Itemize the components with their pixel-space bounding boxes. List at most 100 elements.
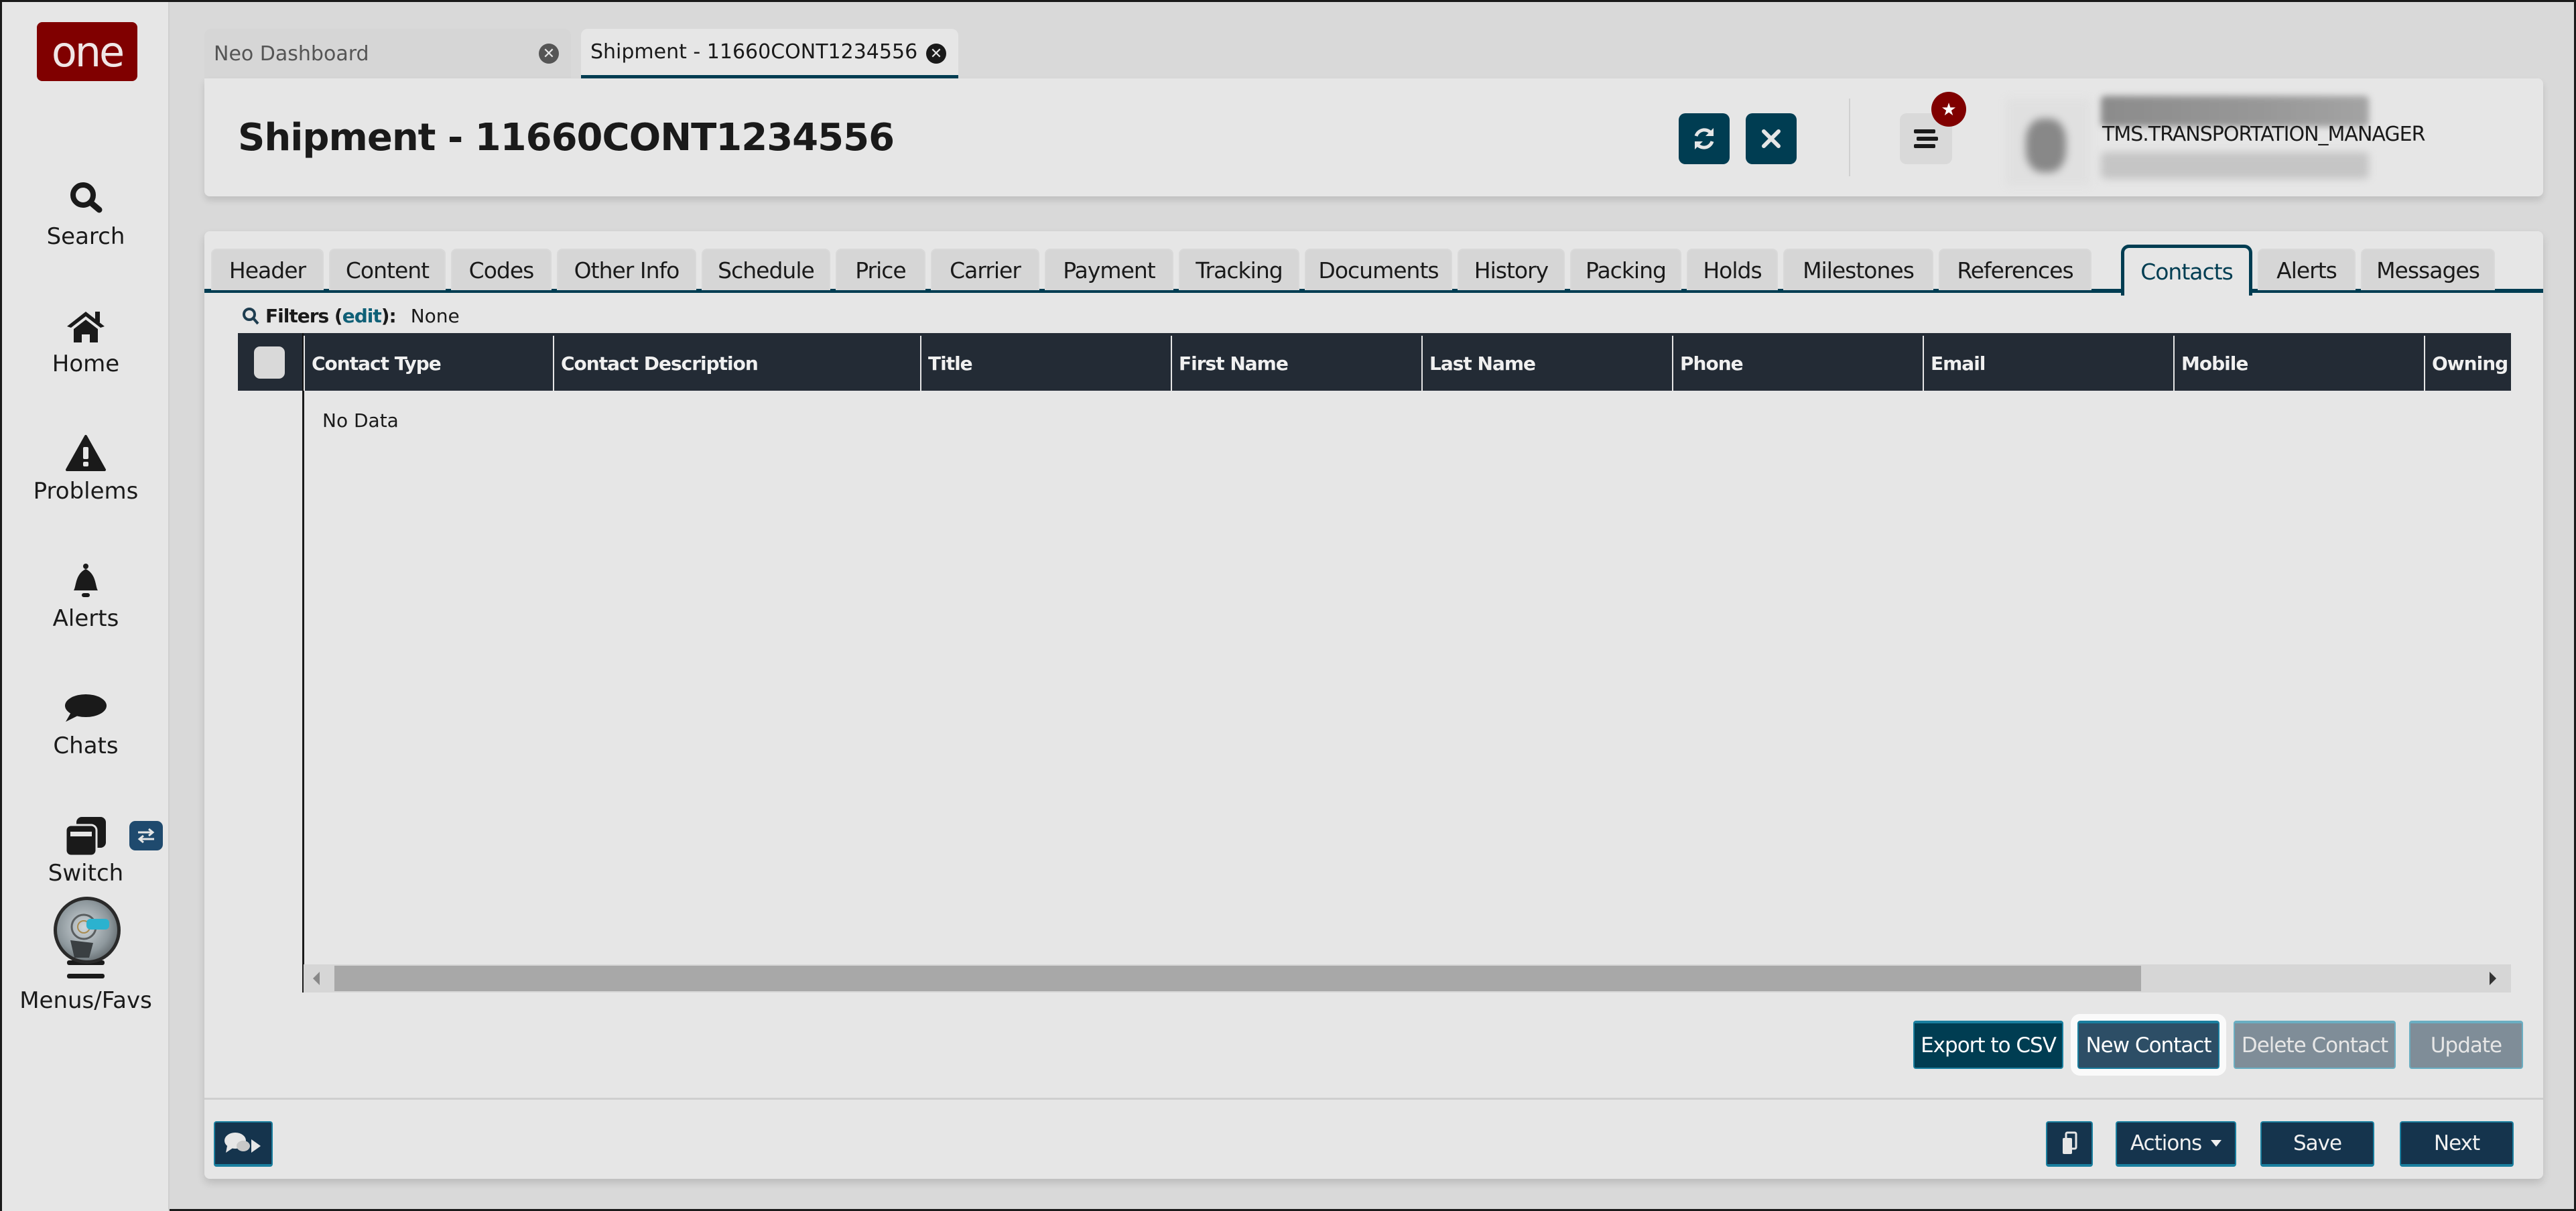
close-tab-icon[interactable]: ✕ xyxy=(926,44,946,64)
grid-selector-column-divider xyxy=(302,391,304,993)
actions-dropdown-button[interactable]: Actions xyxy=(2116,1121,2236,1167)
tab-carrier[interactable]: Carrier xyxy=(931,249,1039,290)
delete-contact-button[interactable]: Delete Contact xyxy=(2234,1021,2396,1069)
user-avatar[interactable] xyxy=(2006,99,2090,186)
actions-label: Actions xyxy=(2130,1131,2202,1155)
column-header[interactable]: Contact Type xyxy=(304,336,553,391)
column-header[interactable]: First Name xyxy=(1171,336,1421,391)
update-button[interactable]: Update xyxy=(2409,1021,2523,1069)
column-header[interactable]: Mobile xyxy=(2173,336,2424,391)
tab-packing[interactable]: Packing xyxy=(1570,249,1681,290)
section-tab-bar: Header Content Codes Other Info Schedule… xyxy=(204,245,2543,296)
tab-price[interactable]: Price xyxy=(836,249,925,290)
select-all-cell xyxy=(238,333,304,391)
tab-label: Other Info xyxy=(574,257,680,283)
header-divider xyxy=(1849,99,1850,176)
doc-tab-neo-dashboard[interactable]: Neo Dashboard ✕ xyxy=(204,29,571,78)
sidebar-item-label: Menus/Favs xyxy=(19,987,152,1014)
copy-button[interactable] xyxy=(2046,1121,2093,1167)
next-button[interactable]: Next xyxy=(2400,1121,2514,1167)
tab-label: Alerts xyxy=(2276,257,2337,283)
column-header[interactable]: Title xyxy=(920,336,1171,391)
close-tab-icon[interactable]: ✕ xyxy=(539,44,559,64)
sidebar-item-search[interactable]: Search xyxy=(2,178,170,250)
tab-label: Content xyxy=(345,257,430,283)
horizontal-scrollbar[interactable] xyxy=(304,964,2511,993)
tab-header[interactable]: Header xyxy=(211,249,324,290)
scroll-right-arrow[interactable] xyxy=(2490,972,2496,985)
select-all-checkbox[interactable] xyxy=(254,346,285,379)
save-button[interactable]: Save xyxy=(2260,1121,2374,1167)
tab-label: Tracking xyxy=(1196,257,1283,283)
column-header[interactable]: Phone xyxy=(1672,336,1923,391)
filters-edit-link[interactable]: edit xyxy=(342,305,382,327)
sidebar-item-problems[interactable]: Problems xyxy=(2,432,170,505)
tab-label: Payment xyxy=(1063,257,1155,283)
empty-state-text: No Data xyxy=(322,409,399,432)
tab-messages[interactable]: Messages xyxy=(2361,249,2495,290)
search-icon xyxy=(243,307,259,324)
doc-tab-label: Neo Dashboard xyxy=(214,42,369,66)
tab-references[interactable]: References xyxy=(1939,249,2091,290)
favorite-badge[interactable]: ★ xyxy=(1931,92,1966,127)
tab-label: Contacts xyxy=(2140,259,2234,285)
column-header[interactable]: Contact Description xyxy=(553,336,920,391)
close-page-button[interactable] xyxy=(1746,113,1797,164)
tab-other-info[interactable]: Other Info xyxy=(557,249,696,290)
warning-icon xyxy=(66,435,106,471)
tab-holds[interactable]: Holds xyxy=(1687,249,1778,290)
sidebar-item-label: Problems xyxy=(33,478,139,505)
shipment-detail-panel: Header Content Codes Other Info Schedule… xyxy=(204,231,2543,1179)
swap-arrows-icon xyxy=(137,828,155,844)
sidebar: one Search Home Problems Alerts Chats Sw… xyxy=(2,2,170,1211)
sidebar-item-label: Chats xyxy=(53,732,119,759)
tab-content[interactable]: Content xyxy=(329,249,446,290)
refresh-icon xyxy=(1694,128,1714,149)
tab-documents[interactable]: Documents xyxy=(1305,249,1452,290)
doc-tab-shipment[interactable]: Shipment - 11660CONT1234556 ✕ xyxy=(581,29,958,78)
switch-badge[interactable] xyxy=(129,821,163,850)
column-header[interactable]: Owning xyxy=(2424,336,2511,391)
tab-tracking[interactable]: Tracking xyxy=(1179,249,1299,290)
hamburger-icon xyxy=(1914,129,1938,148)
bell-icon xyxy=(74,564,98,597)
scrollbar-thumb[interactable] xyxy=(334,966,2141,991)
home-icon xyxy=(67,312,105,342)
filters-prefix: Filters ( xyxy=(265,305,343,327)
tab-milestones[interactable]: Milestones xyxy=(1783,249,1933,290)
refresh-button[interactable] xyxy=(1679,113,1730,164)
sidebar-item-alerts[interactable]: Alerts xyxy=(2,560,170,632)
search-icon xyxy=(70,182,103,213)
tab-label: Carrier xyxy=(950,257,1021,283)
tab-codes[interactable]: Codes xyxy=(451,249,552,290)
new-contact-button[interactable]: New Contact xyxy=(2071,1014,2226,1076)
doc-tab-label: Shipment - 11660CONT1234556 xyxy=(590,40,918,64)
column-header[interactable]: Email xyxy=(1923,336,2173,391)
sidebar-item-home[interactable]: Home xyxy=(2,305,170,377)
tab-schedule[interactable]: Schedule xyxy=(702,249,830,290)
tab-contacts[interactable]: Contacts xyxy=(2121,245,2252,296)
sidebar-item-label: Alerts xyxy=(52,605,119,632)
chat-send-icon xyxy=(224,1133,261,1153)
export-csv-button[interactable]: Export to CSV xyxy=(1913,1021,2063,1069)
tab-label: Holds xyxy=(1703,257,1762,283)
star-icon: ★ xyxy=(1941,99,1957,119)
page-title: Shipment - 11660CONT1234556 xyxy=(238,116,895,160)
caret-down-icon xyxy=(2211,1140,2222,1147)
tab-label: Header xyxy=(229,257,306,283)
tab-history[interactable]: History xyxy=(1458,249,1565,290)
tab-payment[interactable]: Payment xyxy=(1045,249,1173,290)
column-header[interactable]: Last Name xyxy=(1421,336,1672,391)
footer-divider xyxy=(204,1098,2543,1100)
tab-label: Price xyxy=(855,257,907,283)
app-logo[interactable]: one xyxy=(37,22,137,81)
page-header: Shipment - 11660CONT1234556 ★ TMS.TRANSP… xyxy=(204,78,2543,196)
chat-share-button[interactable] xyxy=(214,1121,273,1167)
ai-assistant-avatar[interactable] xyxy=(54,897,121,964)
sidebar-item-chats[interactable]: Chats xyxy=(2,687,170,759)
tab-alerts[interactable]: Alerts xyxy=(2258,249,2356,290)
tab-label: Codes xyxy=(468,257,535,283)
scroll-left-arrow[interactable] xyxy=(313,972,320,985)
tab-label: Milestones xyxy=(1803,257,1915,283)
switch-windows-icon xyxy=(64,817,106,857)
